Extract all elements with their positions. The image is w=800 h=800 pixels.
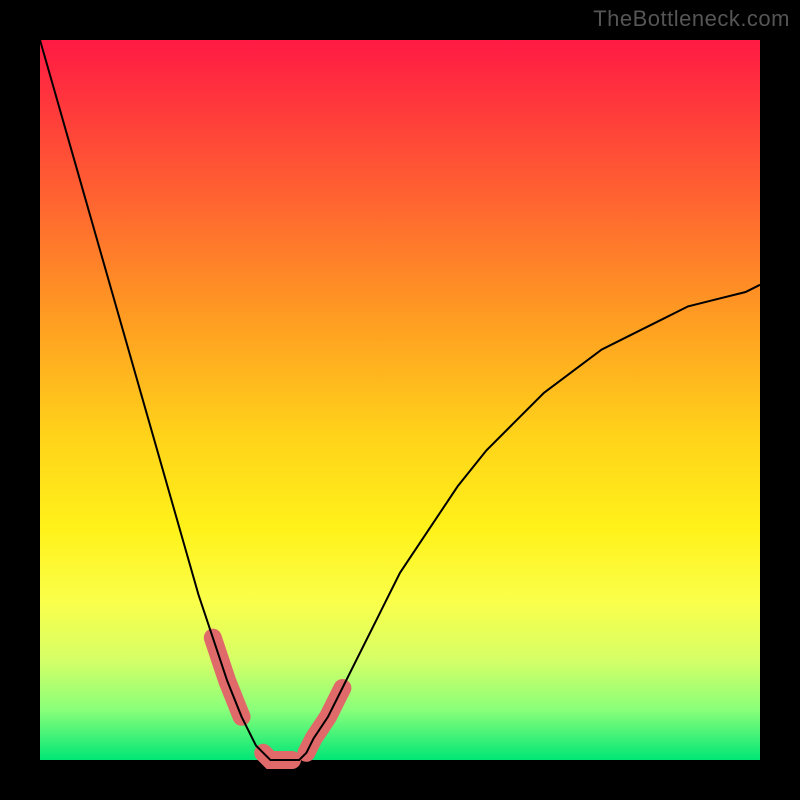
plot-area <box>40 40 760 760</box>
watermark-text: TheBottleneck.com <box>593 6 790 32</box>
chart-frame: TheBottleneck.com <box>0 0 800 800</box>
curve-svg <box>40 40 760 760</box>
bottleneck-curve <box>40 40 760 760</box>
